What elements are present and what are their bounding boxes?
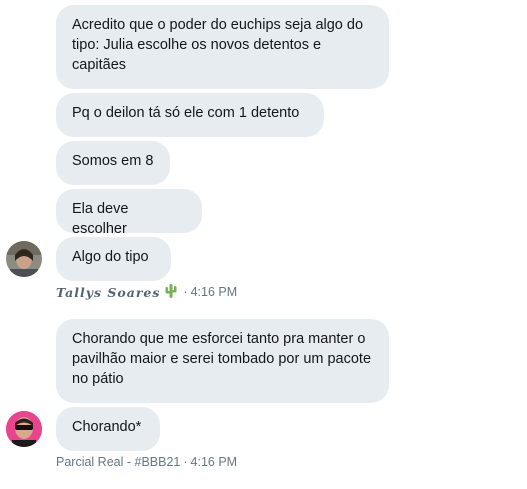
message-time: 4:16 PM (190, 455, 238, 469)
sender-avatar[interactable] (6, 241, 42, 277)
message-bubble[interactable]: Ela deve escolher (56, 189, 202, 237)
message-meta: Tallys Soares · 4:16 PM (56, 283, 237, 301)
message-text: Pq o deilon tá só ele com 1 detento (72, 105, 300, 121)
message-text: Acredito que o poder do euchips seja alg… (72, 17, 364, 73)
message-text: Ela deve escolher (72, 201, 129, 237)
sender-avatar[interactable] (6, 411, 42, 447)
message-bubble[interactable]: Algo do tipo (56, 237, 171, 281)
message-bubble[interactable]: Chorando que me esforcei tanto pra mante… (56, 319, 389, 403)
message-text: Chorando* (72, 419, 142, 435)
message-text: Somos em 8 (72, 153, 154, 169)
meta-separator: · (183, 455, 188, 469)
message-text: Algo do tipo (72, 249, 149, 265)
message-bubble[interactable]: Pq o deilon tá só ele com 1 detento (56, 93, 324, 137)
message-meta: Parcial Real - #BBB21 · 4:16 PM (56, 453, 237, 471)
cactus-icon (164, 283, 178, 302)
avatar-photo-icon (6, 411, 42, 447)
avatar-photo-icon (6, 241, 42, 277)
message-bubble[interactable]: Somos em 8 (56, 141, 170, 185)
message-time: 4:16 PM (190, 285, 238, 299)
message-bubble[interactable]: Acredito que o poder do euchips seja alg… (56, 5, 389, 89)
sender-name[interactable]: Tallys Soares (56, 285, 160, 300)
message-bubble[interactable]: Chorando* (56, 407, 160, 451)
message-text: Chorando que me esforcei tanto pra mante… (72, 331, 372, 387)
sender-name[interactable]: Parcial Real - #BBB21 (56, 455, 180, 469)
meta-separator: · (183, 285, 188, 299)
